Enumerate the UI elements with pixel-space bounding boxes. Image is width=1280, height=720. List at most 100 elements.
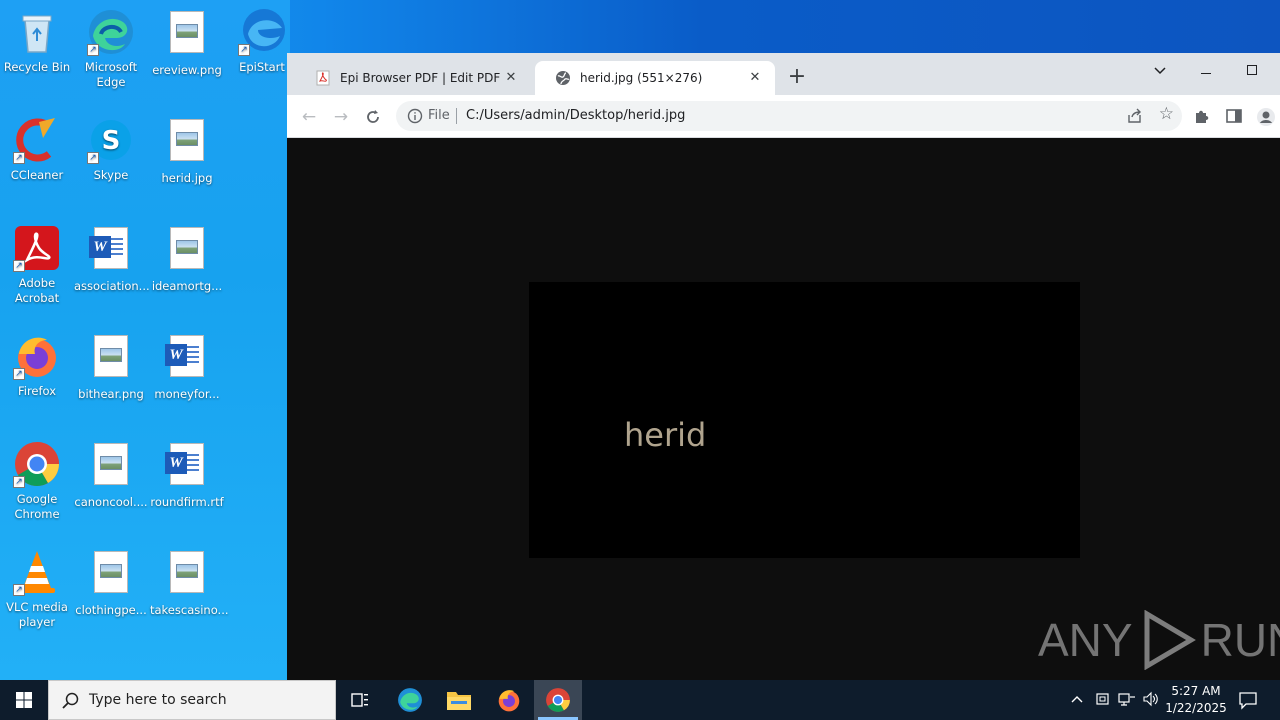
desktop-icon-vlc[interactable]: ↗ VLC media player bbox=[0, 548, 74, 630]
desktop-icon-google-chrome[interactable]: ↗ Google Chrome bbox=[0, 440, 74, 522]
desktop-icon-label: Skype bbox=[93, 168, 129, 182]
pdf-icon bbox=[315, 70, 331, 86]
acrobat-icon: ↗ bbox=[13, 224, 61, 272]
desktop-icon-label: bithear.png bbox=[78, 387, 144, 401]
desktop-icon-label: Google Chrome bbox=[14, 492, 60, 521]
shortcut-arrow-icon: ↗ bbox=[87, 152, 99, 164]
close-tab-icon[interactable]: ✕ bbox=[503, 70, 519, 86]
taskbar-edge[interactable] bbox=[386, 680, 434, 720]
close-tab-icon[interactable]: ✕ bbox=[747, 70, 763, 86]
word-file-icon: W bbox=[163, 443, 211, 491]
desktop-icon-label: ereview.png bbox=[152, 63, 222, 77]
desktop-icon-takescasino[interactable]: takescasino... bbox=[150, 548, 229, 618]
info-icon[interactable] bbox=[407, 108, 423, 124]
desktop-icon-label: Recycle Bin bbox=[3, 60, 71, 74]
start-button[interactable] bbox=[0, 680, 48, 720]
globe-icon bbox=[555, 70, 571, 86]
desktop-icon-label: Firefox bbox=[17, 384, 57, 398]
desktop-icon-ereview[interactable]: ereview.png bbox=[150, 8, 224, 78]
watermark-text-right: RUN bbox=[1200, 614, 1280, 666]
desktop-icon-label: clothingpe... bbox=[75, 603, 147, 617]
forward-button[interactable]: → bbox=[329, 105, 353, 129]
shortcut-arrow-icon: ↗ bbox=[13, 368, 25, 380]
image-file-icon bbox=[87, 443, 135, 491]
network-icon[interactable] bbox=[1118, 691, 1136, 720]
desktop-icon-ideamortg[interactable]: ideamortg... bbox=[150, 224, 224, 294]
taskbar-chrome[interactable] bbox=[534, 680, 582, 720]
desktop-icon-clothingpe[interactable]: clothingpe... bbox=[74, 548, 148, 618]
meet-now-icon[interactable] bbox=[1095, 691, 1111, 720]
clock-date: 1/22/2025 bbox=[1165, 701, 1227, 715]
tab-title: Epi Browser PDF | Edit PDF bbox=[340, 71, 501, 85]
desktop-icon-label: canoncool.... bbox=[74, 495, 148, 509]
taskbar-firefox[interactable] bbox=[485, 680, 533, 720]
shortcut-arrow-icon: ↗ bbox=[13, 152, 25, 164]
desktop-icon-label: Adobe Acrobat bbox=[14, 276, 60, 305]
firefox-icon bbox=[498, 690, 520, 712]
desktop-icon-label: CCleaner bbox=[10, 168, 64, 182]
chrome-icon: ↗ bbox=[13, 440, 61, 488]
scheme-label: File bbox=[428, 108, 450, 123]
shortcut-arrow-icon: ↗ bbox=[13, 476, 25, 488]
skype-icon: S ↗ bbox=[87, 116, 135, 164]
desktop-icon-adobe-acrobat[interactable]: ↗ Adobe Acrobat bbox=[0, 224, 74, 306]
browser-toolbar: ← → File C:/Users/admin/Desktop/herid.jp… bbox=[287, 95, 1280, 138]
ccleaner-icon: ↗ bbox=[13, 116, 61, 164]
desktop-icon-label: VLC media player bbox=[6, 600, 68, 629]
epistart-icon: ↗ bbox=[238, 8, 286, 56]
tab-epi-browser-pdf[interactable]: Epi Browser PDF | Edit PDF ✕ bbox=[295, 61, 531, 95]
reload-button[interactable] bbox=[361, 105, 385, 129]
extensions-puzzle-icon[interactable] bbox=[1193, 107, 1213, 127]
browser-window: Epi Browser PDF | Edit PDF ✕ herid.jpg (… bbox=[287, 53, 1280, 680]
taskbar-search-box[interactable]: Type here to search bbox=[48, 680, 336, 720]
edge-icon bbox=[398, 688, 422, 712]
share-icon[interactable] bbox=[1126, 107, 1144, 125]
desktop-icon-bithear[interactable]: bithear.png bbox=[74, 332, 148, 402]
clock-time: 5:27 AM bbox=[1171, 684, 1221, 698]
task-view-icon bbox=[351, 693, 368, 707]
bookmark-star-icon[interactable]: ☆ bbox=[1159, 104, 1174, 124]
desktop-icon-label: takescasino... bbox=[150, 603, 229, 617]
image-file-icon bbox=[87, 551, 135, 599]
minimize-button[interactable] bbox=[1183, 57, 1229, 85]
tab-title: herid.jpg (551×276) bbox=[580, 71, 703, 85]
chrome-icon bbox=[546, 688, 570, 712]
maximize-button[interactable] bbox=[1229, 57, 1275, 85]
anyrun-watermark: ANY RUN bbox=[1038, 608, 1280, 672]
desktop-icon-label: herid.jpg bbox=[161, 171, 213, 185]
desktop-icon-recycle-bin[interactable]: Recycle Bin bbox=[0, 8, 74, 75]
desktop-icon-microsoft-edge[interactable]: ↗ Microsoft Edge bbox=[74, 8, 148, 90]
shortcut-arrow-icon: ↗ bbox=[238, 44, 250, 56]
tray-overflow-chevron-up-icon[interactable] bbox=[1070, 692, 1084, 720]
image-file-icon bbox=[87, 335, 135, 383]
new-tab-button[interactable]: + bbox=[785, 66, 809, 90]
tab-search-chevron-down-icon[interactable] bbox=[1137, 57, 1183, 85]
vlc-icon: ↗ bbox=[13, 548, 61, 596]
word-file-icon: W bbox=[87, 227, 135, 275]
desktop-icon-firefox[interactable]: ↗ Firefox bbox=[0, 332, 74, 399]
image-file-icon bbox=[163, 227, 211, 275]
desktop-icon-label: Microsoft Edge bbox=[84, 60, 138, 89]
desktop-icon-roundfirm[interactable]: W roundfirm.rtf bbox=[150, 440, 224, 510]
desktop-icon-canoncool[interactable]: canoncool.... bbox=[74, 440, 148, 510]
desktop-icon-ccleaner[interactable]: ↗ CCleaner bbox=[0, 116, 74, 183]
side-panel-icon[interactable] bbox=[1225, 107, 1245, 127]
desktop-icon-moneyfor[interactable]: W moneyfor... bbox=[150, 332, 224, 402]
notification-center-icon[interactable] bbox=[1238, 690, 1258, 720]
image-text: herid bbox=[624, 416, 707, 454]
desktop-icon-skype[interactable]: S ↗ Skype bbox=[74, 116, 148, 183]
taskbar-file-explorer[interactable] bbox=[435, 680, 483, 720]
displayed-image[interactable]: herid bbox=[529, 282, 1080, 558]
desktop-icon-herid[interactable]: herid.jpg bbox=[150, 116, 224, 186]
volume-icon[interactable] bbox=[1142, 691, 1160, 720]
desktop-icon-label: roundfirm.rtf bbox=[150, 495, 224, 509]
url-text[interactable]: C:/Users/admin/Desktop/herid.jpg bbox=[466, 108, 685, 123]
desktop-icon-association[interactable]: W association... bbox=[74, 224, 150, 294]
taskbar-clock[interactable]: 5:27 AM 1/22/2025 bbox=[1162, 683, 1230, 717]
back-button[interactable]: ← bbox=[297, 105, 321, 129]
search-placeholder: Type here to search bbox=[89, 692, 227, 708]
task-view-button[interactable] bbox=[336, 680, 384, 720]
tab-herid-jpg[interactable]: herid.jpg (551×276) ✕ bbox=[535, 61, 775, 95]
address-bar[interactable]: File C:/Users/admin/Desktop/herid.jpg ☆ bbox=[396, 101, 1182, 131]
profile-avatar-icon[interactable] bbox=[1256, 107, 1276, 127]
